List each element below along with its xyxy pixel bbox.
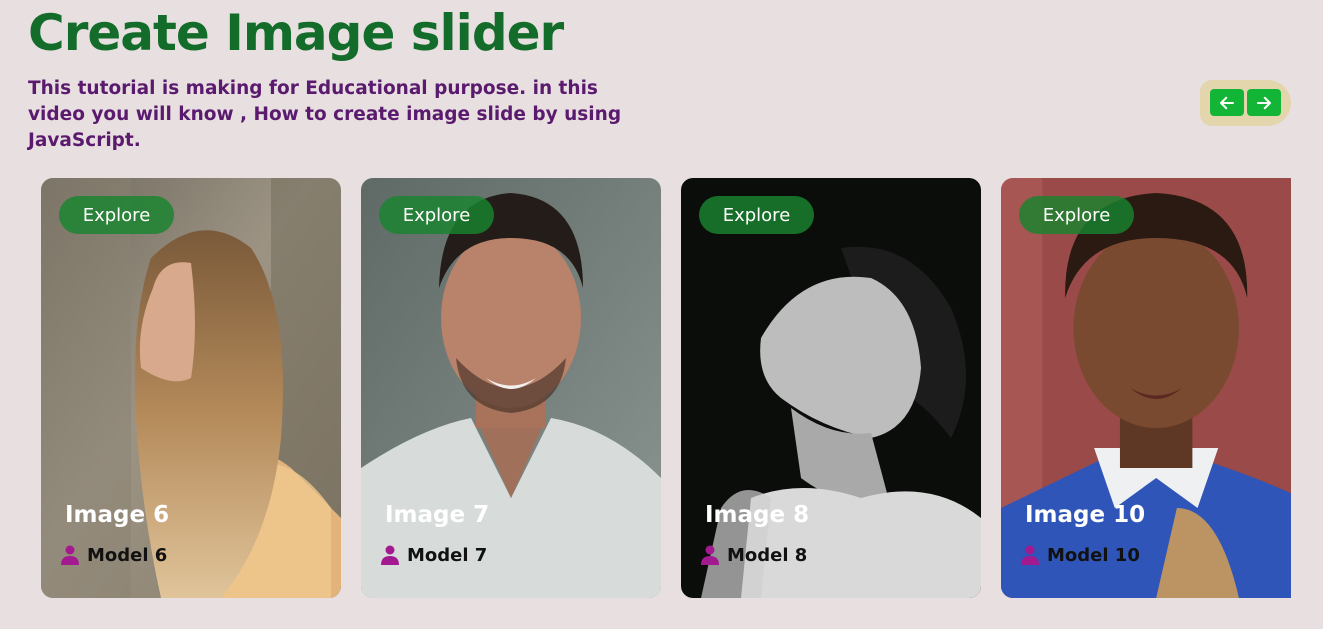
arrow-right-icon xyxy=(1257,96,1271,109)
card-meta: Model 10 xyxy=(1021,543,1140,567)
card-photo xyxy=(41,178,341,598)
explore-button[interactable]: Explore xyxy=(379,196,494,234)
card-model-name: Model 6 xyxy=(87,544,168,566)
user-icon xyxy=(381,545,399,565)
user-icon xyxy=(701,545,719,565)
card-photo xyxy=(681,178,981,598)
user-icon xyxy=(61,545,79,565)
slider-nav xyxy=(1200,80,1291,126)
card-meta: Model 6 xyxy=(61,543,167,567)
prev-button[interactable] xyxy=(1210,89,1244,116)
next-button[interactable] xyxy=(1247,89,1281,116)
page: Create Image slider This tutorial is mak… xyxy=(0,0,1323,629)
card-model-name: Model 7 xyxy=(407,544,488,566)
explore-button[interactable]: Explore xyxy=(1019,196,1134,234)
image-slider[interactable]: Explore Image 6 Model 6 Explore Image 7 … xyxy=(41,178,1291,598)
card-title: Image 7 xyxy=(385,502,490,528)
arrow-left-icon xyxy=(1220,96,1234,109)
card-photo xyxy=(1001,178,1291,598)
explore-button[interactable]: Explore xyxy=(699,196,814,234)
card-model-name: Model 10 xyxy=(1047,544,1140,566)
card-meta: Model 8 xyxy=(701,543,807,567)
page-subtitle: This tutorial is making for Educational … xyxy=(28,78,622,151)
explore-button[interactable]: Explore xyxy=(59,196,174,234)
slide-card[interactable]: Explore Image 6 Model 6 xyxy=(41,178,341,598)
page-title: Create Image slider xyxy=(28,4,564,62)
slide-card[interactable]: Explore Image 7 Model 7 xyxy=(361,178,661,598)
card-title: Image 10 xyxy=(1025,502,1146,528)
card-title: Image 6 xyxy=(65,502,170,528)
slide-card[interactable]: Explore Image 10 Model 10 xyxy=(1001,178,1291,598)
slide-card[interactable]: Explore Image 8 Model 8 xyxy=(681,178,981,598)
card-meta: Model 7 xyxy=(381,543,487,567)
card-photo xyxy=(361,178,661,598)
card-title: Image 8 xyxy=(705,502,810,528)
user-icon xyxy=(1021,545,1039,565)
card-model-name: Model 8 xyxy=(727,544,808,566)
